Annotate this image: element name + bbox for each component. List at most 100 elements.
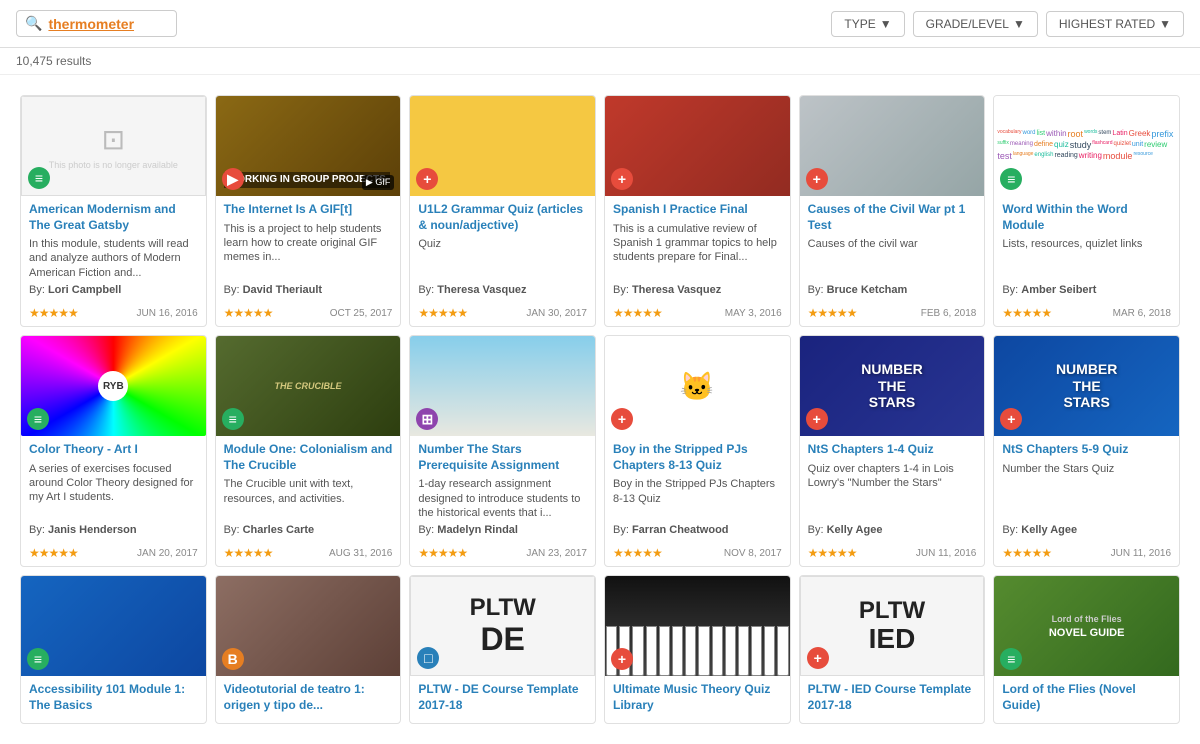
card-footer: ★★★★★NOV 8, 2017 xyxy=(605,542,790,566)
resource-type-badge: ≡ xyxy=(27,408,49,430)
rating-filter[interactable]: HIGHEST RATED ▼ xyxy=(1046,11,1184,37)
card-rating: ★★★★★ xyxy=(808,546,857,560)
card-author: By: Farran Cheatwood xyxy=(613,524,782,536)
resource-type-badge: + xyxy=(1000,408,1022,430)
card-title[interactable]: Number The Stars Prerequisite Assignment xyxy=(418,442,587,473)
list-item: ⊞Number The Stars Prerequisite Assignmen… xyxy=(409,335,596,567)
card-rating: ★★★★★ xyxy=(29,546,78,560)
card-author: By: Janis Henderson xyxy=(29,524,198,536)
card-body: The Internet Is A GIF[t]This is a projec… xyxy=(216,196,401,302)
card-date: MAY 3, 2016 xyxy=(725,308,782,319)
card-title[interactable]: American Modernism and The Great Gatsby xyxy=(29,202,198,233)
card-author: By: Amber Seibert xyxy=(1002,284,1171,296)
card-thumbnail: NUMBERTHESTARS+ xyxy=(800,336,985,436)
card-title[interactable]: Videotutorial de teatro 1: origen y tipo… xyxy=(224,682,393,713)
card-thumbnail: 🐱+ xyxy=(605,336,790,436)
card-description: Quiz xyxy=(418,237,587,280)
card-thumbnail: + xyxy=(800,96,985,196)
resource-type-badge: + xyxy=(611,408,633,430)
card-footer: ★★★★★FEB 6, 2018 xyxy=(800,302,985,326)
card-title[interactable]: Accessibility 101 Module 1: The Basics xyxy=(29,682,198,713)
card-thumbnail: Lord of the FliesNOVEL GUIDE≡ xyxy=(994,576,1179,676)
card-title[interactable]: The Internet Is A GIF[t] xyxy=(224,202,393,218)
card-description: A series of exercises focused around Col… xyxy=(29,462,198,520)
card-title[interactable]: NtS Chapters 1-4 Quiz xyxy=(808,442,977,458)
card-date: NOV 8, 2017 xyxy=(724,548,782,559)
card-body: NtS Chapters 1-4 QuizQuiz over chapters … xyxy=(800,436,985,542)
card-rating: ★★★★★ xyxy=(224,546,273,560)
card-thumbnail: ⊞ xyxy=(410,336,595,436)
list-item: RYB≡ Color Theory - Art I A series of exer… xyxy=(20,335,207,567)
card-date: JUN 11, 2016 xyxy=(916,548,976,559)
card-description: Lists, resources, quizlet links xyxy=(1002,237,1171,280)
grade-filter[interactable]: GRADE/LEVEL ▼ xyxy=(913,11,1038,37)
card-author: By: Theresa Vasquez xyxy=(613,284,782,296)
resource-type-badge: + xyxy=(611,648,633,670)
resource-type-badge: ≡ xyxy=(1000,648,1022,670)
card-title[interactable]: Module One: Colonialism and The Crucible xyxy=(224,442,393,473)
card-date: AUG 31, 2016 xyxy=(329,548,392,559)
card-footer: ★★★★★JAN 30, 2017 xyxy=(410,302,595,326)
search-icon: 🔍 xyxy=(25,15,42,32)
grade-filter-icon: ▼ xyxy=(1013,17,1025,31)
card-thumbnail: RYB≡ xyxy=(21,336,206,436)
card-title[interactable]: Word Within the Word Module xyxy=(1002,202,1171,233)
card-date: OCT 25, 2017 xyxy=(330,308,393,319)
card-title[interactable]: Boy in the Stripped PJs Chapters 8-13 Qu… xyxy=(613,442,782,473)
card-rating: ★★★★★ xyxy=(1002,306,1051,320)
card-title[interactable]: PLTW - DE Course Template 2017-18 xyxy=(418,682,587,713)
card-footer: ★★★★★JAN 23, 2017 xyxy=(410,542,595,566)
resource-type-badge: + xyxy=(416,168,438,190)
card-thumbnail: vocabulary word list within root words s… xyxy=(994,96,1179,196)
card-title[interactable]: Causes of the Civil War pt 1 Test xyxy=(808,202,977,233)
card-title[interactable]: Ultimate Music Theory Quiz Library xyxy=(613,682,782,713)
card-body: Spanish I Practice FinalThis is a cumula… xyxy=(605,196,790,302)
card-author: By: Kelly Agee xyxy=(1002,524,1171,536)
card-title[interactable]: Spanish I Practice Final xyxy=(613,202,782,218)
card-title[interactable]: PLTW - IED Course Template 2017-18 xyxy=(808,682,977,713)
card-title[interactable]: Color Theory - Art I xyxy=(29,442,198,458)
card-footer: ★★★★★MAR 6, 2018 xyxy=(994,302,1179,326)
card-author: By: Bruce Ketcham xyxy=(808,284,977,296)
card-title[interactable]: U1L2 Grammar Quiz (articles & noun/adjec… xyxy=(418,202,587,233)
card-body: Number The Stars Prerequisite Assignment… xyxy=(410,436,595,542)
card-body: Word Within the Word Module Lists, resour… xyxy=(994,196,1179,302)
results-count: 10,475 results xyxy=(0,48,1200,75)
card-thumbnail: + xyxy=(605,576,790,676)
card-thumbnail: THE CRUCIBLE≡ xyxy=(216,336,401,436)
resource-type-badge: + xyxy=(611,168,633,190)
card-author: By: David Theriault xyxy=(224,284,393,296)
list-item: WORKING IN GROUP PROJECTS▶ GIF▶The Inter… xyxy=(215,95,402,327)
type-filter[interactable]: TYPE ▼ xyxy=(831,11,904,37)
results-grid: ⊡This photo is no longer available≡Ameri… xyxy=(0,75,1200,744)
card-description: Causes of the civil war xyxy=(808,237,977,280)
card-description: Number the Stars Quiz xyxy=(1002,462,1171,520)
gif-badge: ▶ GIF xyxy=(362,175,394,190)
list-item: PLTWIED+ PLTW - IED Course Template 2017-… xyxy=(799,575,986,724)
card-title[interactable]: Lord of the Flies (Novel Guide) xyxy=(1002,682,1171,713)
card-footer: ★★★★★ JUN 11, 2016 xyxy=(800,542,985,566)
card-date: JAN 30, 2017 xyxy=(526,308,587,319)
filters: TYPE ▼ GRADE/LEVEL ▼ HIGHEST RATED ▼ xyxy=(831,11,1184,37)
search-input[interactable] xyxy=(48,16,168,32)
resource-type-badge: ≡ xyxy=(28,167,50,189)
card-rating: ★★★★★ xyxy=(613,306,662,320)
card-date: JUN 16, 2016 xyxy=(137,308,198,319)
card-date: FEB 6, 2018 xyxy=(921,308,977,319)
card-footer: ★★★★★JUN 11, 2016 xyxy=(994,542,1179,566)
card-thumbnail: PLTWDE□ xyxy=(410,576,595,676)
card-rating: ★★★★★ xyxy=(1002,546,1051,560)
card-thumbnail: PLTWIED+ xyxy=(800,576,985,676)
card-body: Lord of the Flies (Novel Guide) xyxy=(994,676,1179,723)
card-title[interactable]: NtS Chapters 5-9 Quiz xyxy=(1002,442,1171,458)
card-rating: ★★★★★ xyxy=(29,306,78,320)
card-author: By: Theresa Vasquez xyxy=(418,284,587,296)
list-item: + Ultimate Music Theory Quiz Library xyxy=(604,575,791,724)
card-body: NtS Chapters 5-9 Quiz Number the Stars Qu… xyxy=(994,436,1179,542)
card-description: The Crucible unit with text, resources, … xyxy=(224,477,393,520)
resource-type-badge: ≡ xyxy=(222,408,244,430)
list-item: 🐱+ Boy in the Stripped PJs Chapters 8-13 … xyxy=(604,335,791,567)
card-thumbnail: + xyxy=(410,96,595,196)
list-item: NUMBERTHESTARS+NtS Chapters 1-4 QuizQuiz… xyxy=(799,335,986,567)
list-item: + Causes of the Civil War pt 1 Test Causes… xyxy=(799,95,986,327)
